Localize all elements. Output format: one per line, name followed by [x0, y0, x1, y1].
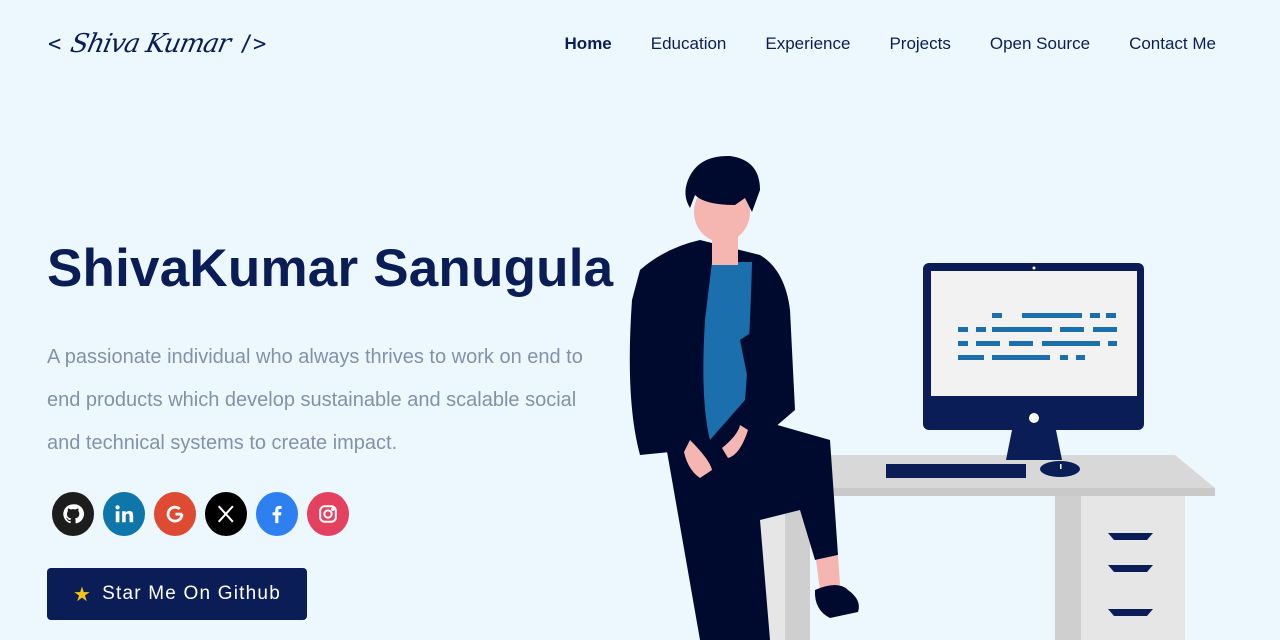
logo-signature: Shiva Kumar — [68, 29, 233, 59]
site-logo[interactable]: < Shiva Kumar /> — [48, 26, 266, 62]
hero-title: ShivaKumar Sanugula — [47, 239, 614, 298]
instagram-icon — [319, 505, 337, 523]
nav-education[interactable]: Education — [651, 34, 727, 54]
nav-contact-me[interactable]: Contact Me — [1129, 34, 1216, 54]
hero-subtitle: A passionate individual who always thriv… — [47, 346, 583, 454]
hero-illustration — [629, 155, 1215, 640]
facebook-link[interactable] — [256, 492, 298, 536]
x-twitter-link[interactable] — [205, 492, 247, 536]
linkedin-link[interactable] — [103, 492, 145, 536]
logo-close-bracket: /> — [239, 31, 267, 57]
nav-experience[interactable]: Experience — [765, 34, 850, 54]
x-twitter-icon — [217, 505, 234, 523]
nav-projects[interactable]: Projects — [889, 34, 950, 54]
nav-home[interactable]: Home — [565, 34, 612, 54]
star-on-github-button[interactable]: ★ Star Me On Github — [47, 568, 307, 620]
star-icon: ★ — [73, 583, 93, 606]
main-nav: Home Education Experience Projects Open … — [565, 34, 1216, 54]
github-link[interactable] — [52, 492, 94, 536]
linkedin-icon — [115, 505, 134, 523]
instagram-link[interactable] — [307, 492, 349, 536]
google-icon — [166, 505, 184, 523]
facebook-icon — [272, 505, 282, 524]
star-button-label: Star Me On Github — [102, 583, 281, 604]
logo-open-bracket: < — [48, 31, 62, 57]
social-links — [52, 492, 349, 536]
google-link[interactable] — [154, 492, 196, 536]
monitor — [886, 263, 1144, 478]
nav-open-source[interactable]: Open Source — [990, 34, 1090, 54]
github-icon — [63, 504, 84, 524]
person — [629, 155, 859, 640]
